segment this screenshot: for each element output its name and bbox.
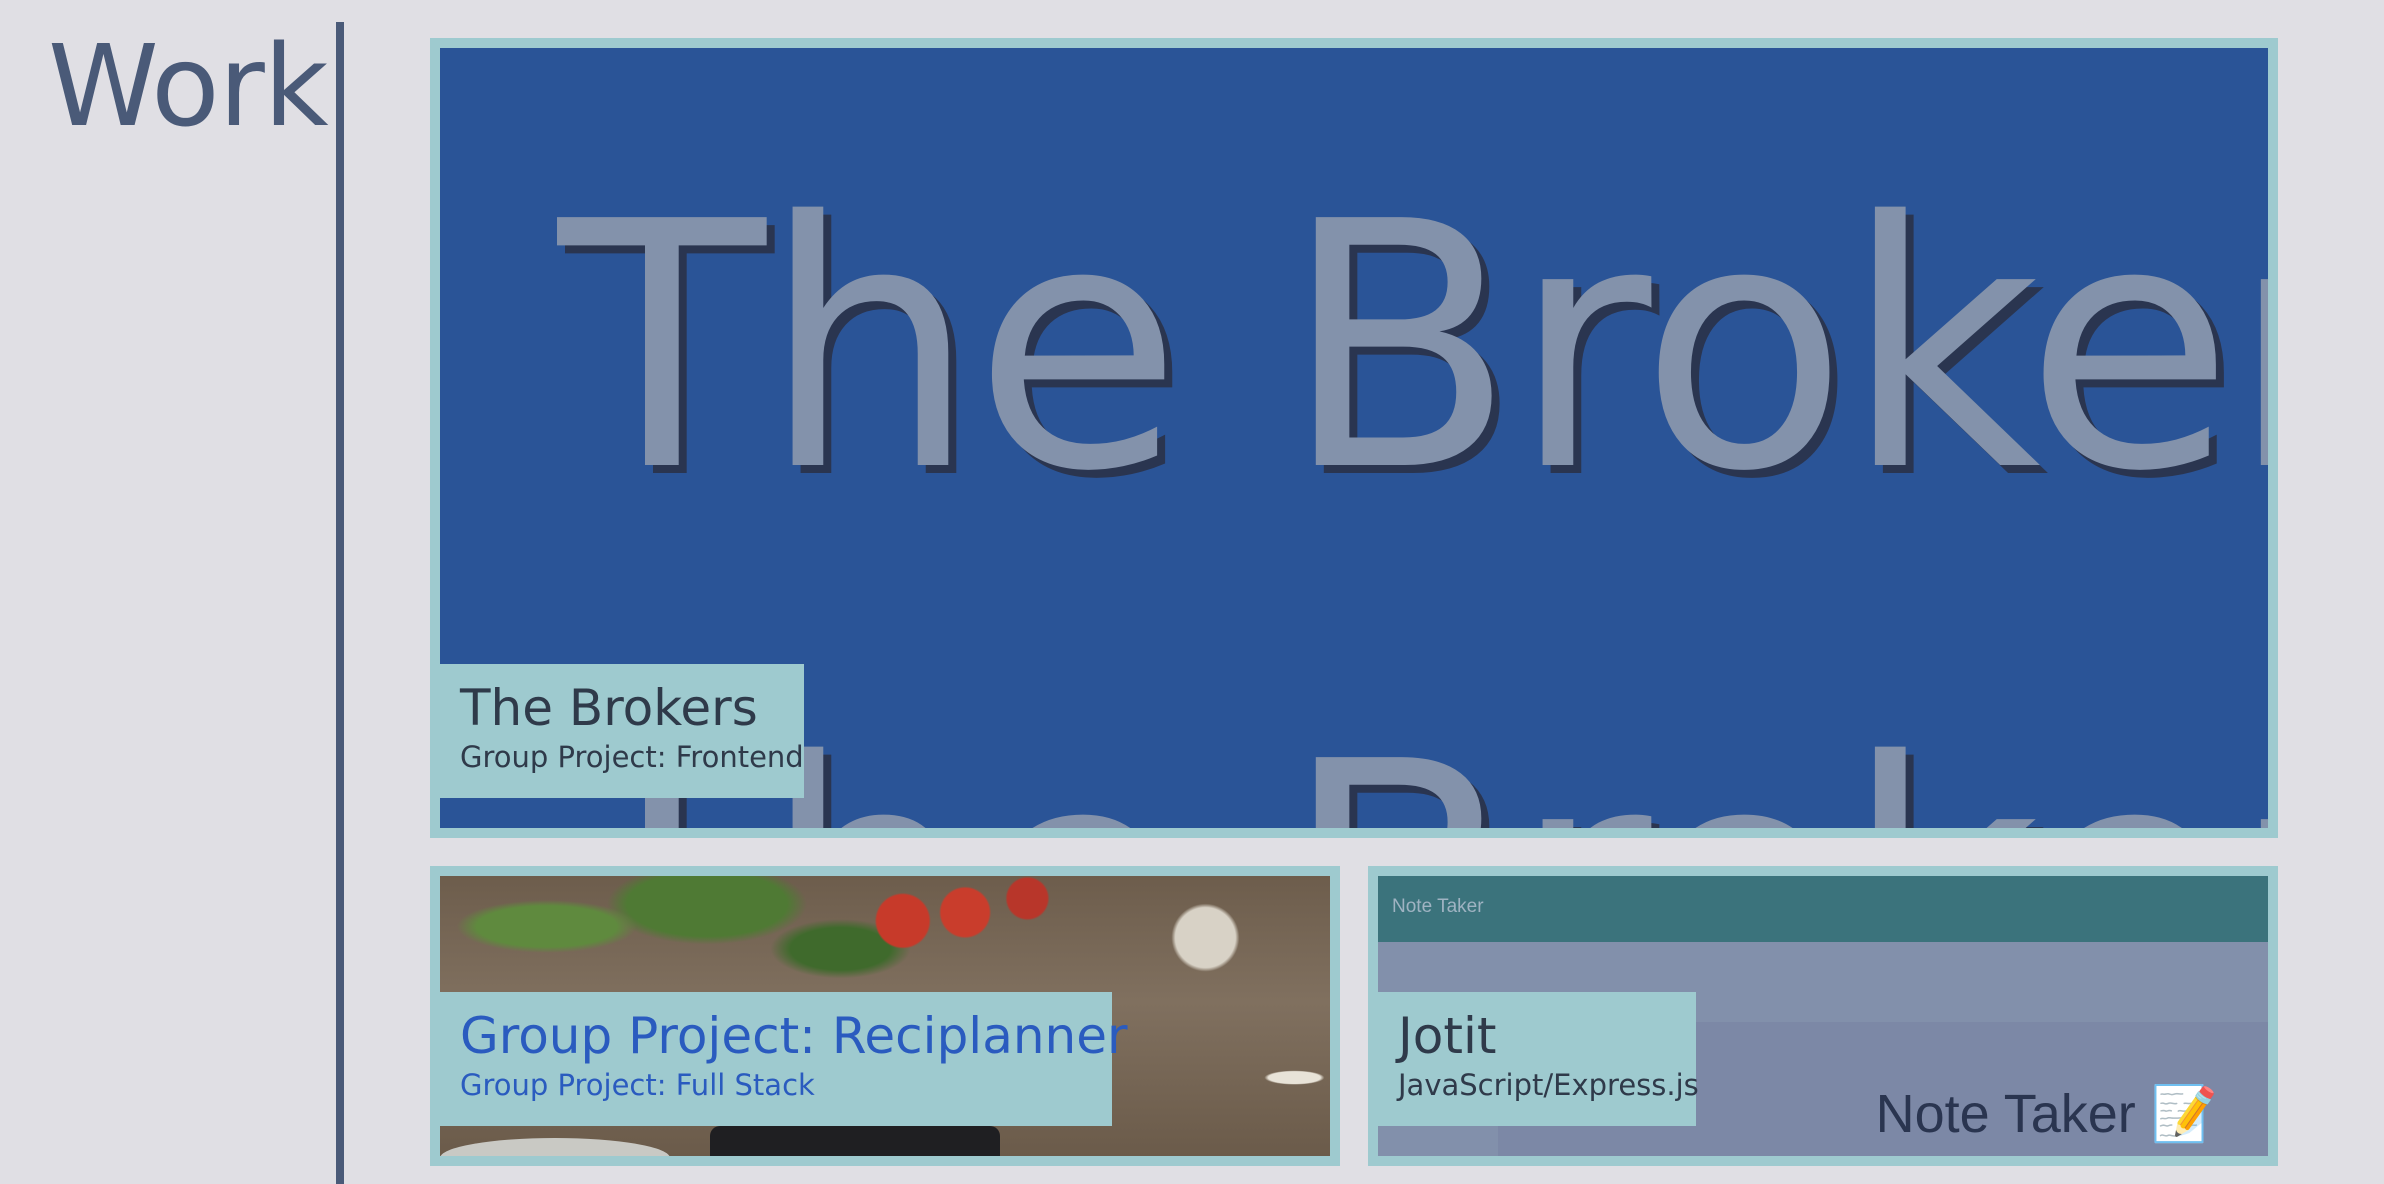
phone-image: [710, 1126, 1000, 1156]
project-subtitle: Group Project: Frontend: [460, 740, 804, 774]
thumbnail-footer-text: Note Taker 📝: [1875, 1084, 2218, 1144]
thumbnail-header-text: Note Taker: [1392, 896, 1484, 917]
project-label-reciplanner: Group Project: Reciplanner Group Project…: [440, 992, 1128, 1126]
project-card-reciplanner[interactable]: Group Project: Reciplanner Group Project…: [430, 866, 1340, 1166]
project-label-jotit: Jotit JavaScript/Express.js: [1378, 992, 1699, 1126]
project-title: The Brokers: [460, 679, 758, 737]
thumbnail-title-text: The Brokers: [558, 150, 2268, 546]
project-title-link[interactable]: Group Project: Reciplanner: [460, 1006, 1128, 1066]
project-title: Jotit: [1398, 1007, 1497, 1065]
thumbnail-header-bar: Note Taker: [1378, 876, 2268, 942]
project-card-jotit[interactable]: Note Taker Note Taker 📝 Jotit JavaScript…: [1368, 866, 2278, 1166]
project-subtitle: JavaScript/Express.js: [1398, 1068, 1699, 1102]
thumbnail-title-text-repeat: The Brokers: [558, 718, 2268, 828]
section-divider: [336, 22, 344, 1184]
project-subtitle: Group Project: Full Stack: [460, 1068, 815, 1102]
project-card-brokers[interactable]: The Brokers The Brokers The Brokers Grou…: [430, 38, 2278, 838]
section-title: Work: [48, 22, 329, 152]
project-label-brokers: The Brokers Group Project: Frontend: [440, 664, 804, 798]
plate-image: [440, 1138, 670, 1156]
